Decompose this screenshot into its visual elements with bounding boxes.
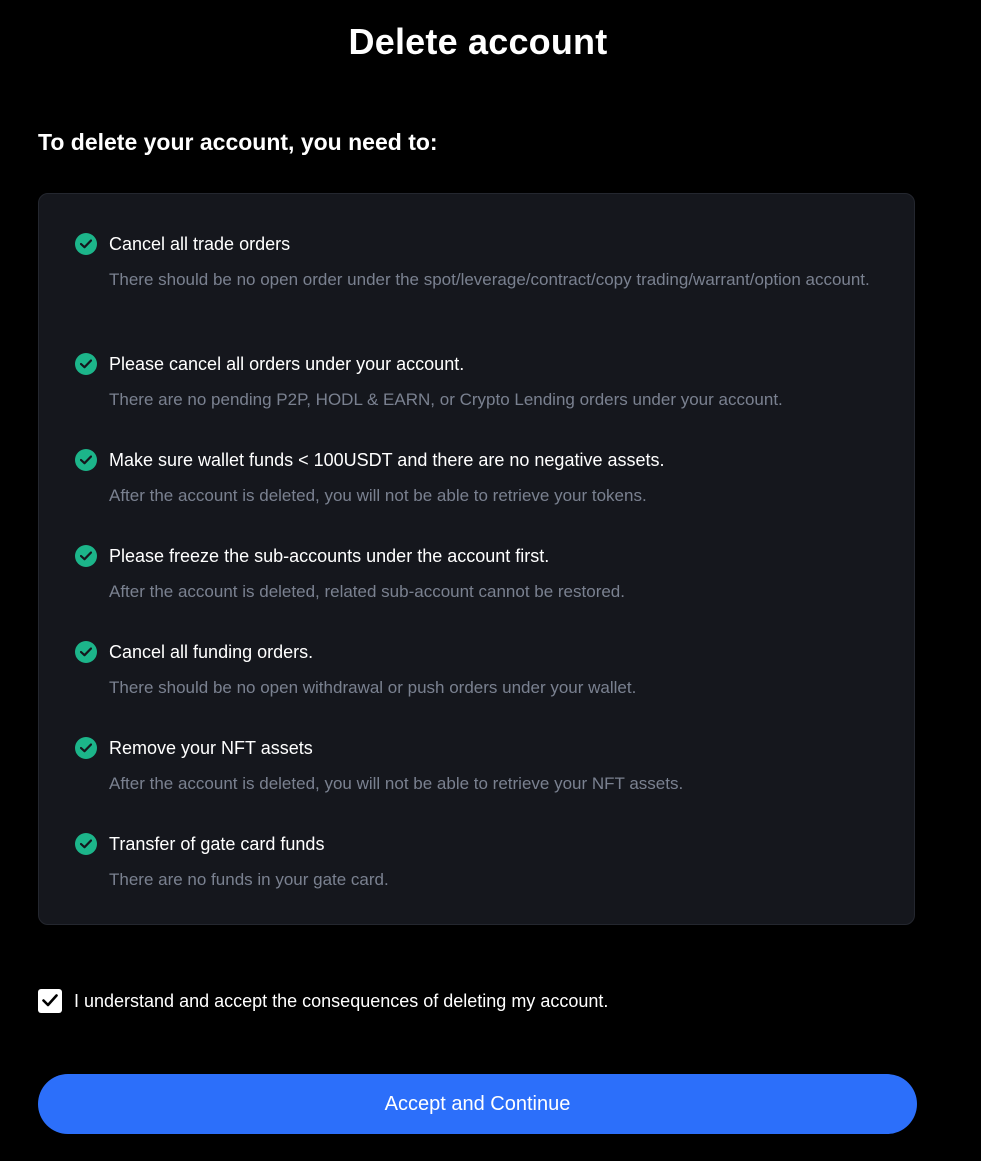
accept-and-continue-button[interactable]: Accept and Continue (38, 1074, 917, 1134)
check-circle-icon (75, 449, 97, 471)
requirement-description: After the account is deleted, related su… (109, 582, 625, 601)
requirement-title: Cancel all funding orders. (109, 642, 314, 662)
requirement-title: Remove your NFT assets (109, 738, 313, 758)
consent-checkbox[interactable] (38, 989, 62, 1013)
consent-label[interactable]: I understand and accept the consequences… (74, 989, 608, 1013)
requirement-description: After the account is deleted, you will n… (109, 774, 684, 793)
page-title: Delete account (348, 21, 608, 62)
checkmark-icon (42, 994, 58, 1007)
requirement-title: Transfer of gate card funds (109, 834, 325, 854)
requirement-description: After the account is deleted, you will n… (109, 486, 647, 505)
check-circle-icon (75, 545, 97, 567)
check-circle-icon (75, 233, 97, 255)
check-circle-icon (75, 353, 97, 375)
check-circle-icon (75, 641, 97, 663)
requirement-title: Cancel all trade orders (109, 234, 291, 254)
requirement-title: Please cancel all orders under your acco… (109, 354, 465, 374)
requirement-title: Please freeze the sub-accounts under the… (109, 546, 550, 566)
requirement-description: There are no funds in your gate card. (109, 870, 389, 889)
check-circle-icon (75, 833, 97, 855)
section-heading: To delete your account, you need to: (38, 129, 438, 155)
requirement-description: There should be no open withdrawal or pu… (109, 678, 637, 697)
requirements-card: Cancel all trade orders There should be … (38, 193, 915, 925)
consent-row[interactable]: I understand and accept the consequences… (38, 988, 608, 1014)
check-circle-icon (75, 737, 97, 759)
requirement-description: There should be no open order under the … (109, 270, 870, 289)
requirement-title: Make sure wallet funds < 100USDT and the… (109, 450, 665, 470)
requirement-description: There are no pending P2P, HODL & EARN, o… (109, 390, 783, 409)
